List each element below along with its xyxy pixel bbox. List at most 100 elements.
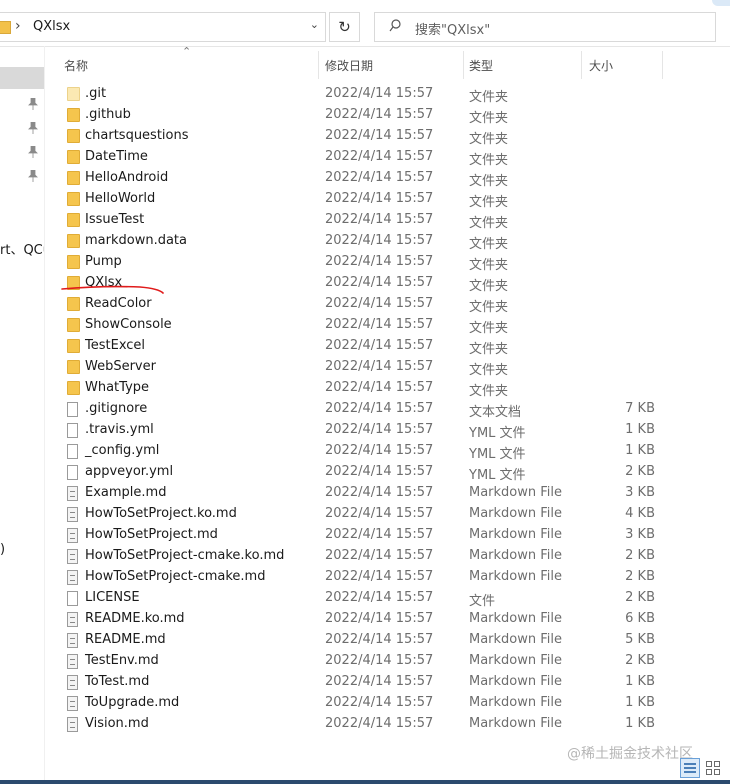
breadcrumb-chevron-icon[interactable]: › xyxy=(15,18,21,34)
file-row[interactable]: IssueTest 2022/4/14 15:57 文件夹 xyxy=(45,210,730,231)
file-row[interactable]: TestEnv.md 2022/4/14 15:57 Markdown File 2 … xyxy=(45,651,730,672)
column-header-date[interactable]: 修改日期 xyxy=(325,57,373,74)
details-view-button[interactable] xyxy=(680,758,700,778)
file-row[interactable]: .travis.yml 2022/4/14 15:57 YML 文件 1 KB xyxy=(45,420,730,441)
file-name: appveyor.yml xyxy=(85,464,174,479)
column-divider[interactable] xyxy=(581,51,582,79)
column-divider[interactable] xyxy=(318,51,319,79)
column-headers: ⌃ 名称 修改日期 类型 大小 xyxy=(45,45,730,81)
pin-icon[interactable] xyxy=(28,98,38,110)
sort-ascending-icon: ⌃ xyxy=(182,45,192,58)
pin-icon[interactable] xyxy=(28,146,38,158)
file-row[interactable]: HelloWorld 2022/4/14 15:57 文件夹 xyxy=(45,189,730,210)
file-name: Pump xyxy=(85,254,122,269)
file-modified-date: 2022/4/14 15:57 xyxy=(325,275,434,290)
file-row[interactable]: WebServer 2022/4/14 15:57 文件夹 xyxy=(45,357,730,378)
folder-icon xyxy=(67,234,80,248)
file-size: 6 KB xyxy=(625,611,655,626)
file-name: markdown.data xyxy=(85,233,187,248)
search-input[interactable]: 搜索"QXlsx" xyxy=(415,19,490,38)
file-row[interactable]: appveyor.yml 2022/4/14 15:57 YML 文件 2 KB xyxy=(45,462,730,483)
large-icons-view-button[interactable] xyxy=(704,759,722,777)
folder-icon xyxy=(67,129,80,143)
breadcrumb-current-folder[interactable]: QXlsx xyxy=(33,19,70,34)
file-row[interactable]: Example.md 2022/4/14 15:57 Markdown File 3 … xyxy=(45,483,730,504)
column-header-type[interactable]: 类型 xyxy=(469,57,493,74)
file-modified-date: 2022/4/14 15:57 xyxy=(325,653,434,668)
nav-selected-item[interactable] xyxy=(0,67,44,89)
file-row[interactable]: ToUpgrade.md 2022/4/14 15:57 Markdown File… xyxy=(45,693,730,714)
chevron-down-icon[interactable]: ⌄ xyxy=(310,18,319,31)
file-name: LICENSE xyxy=(85,590,140,605)
file-row[interactable]: README.md 2022/4/14 15:57 Markdown File 5 K… xyxy=(45,630,730,651)
file-type: YML 文件 xyxy=(469,426,526,441)
file-modified-date: 2022/4/14 15:57 xyxy=(325,674,434,689)
file-name: ReadColor xyxy=(85,296,152,311)
file-name: HelloAndroid xyxy=(85,170,169,185)
file-row[interactable]: TestExcel 2022/4/14 15:57 文件夹 xyxy=(45,336,730,357)
file-name: .travis.yml xyxy=(85,422,154,437)
file-size: 1 KB xyxy=(625,422,655,437)
markdown-file-icon xyxy=(67,717,78,732)
pin-icon[interactable] xyxy=(28,122,38,134)
column-header-size[interactable]: 大小 xyxy=(589,57,613,74)
file-modified-date: 2022/4/14 15:57 xyxy=(325,464,434,479)
file-modified-date: 2022/4/14 15:57 xyxy=(325,422,434,437)
file-row[interactable]: ToTest.md 2022/4/14 15:57 Markdown File 1 K… xyxy=(45,672,730,693)
file-name: HowToSetProject.md xyxy=(85,527,218,542)
file-type: 文件夹 xyxy=(469,195,509,210)
file-type: 文件夹 xyxy=(469,300,509,315)
folder-icon xyxy=(67,297,80,311)
taskbar-edge xyxy=(0,780,730,784)
nav-item-label[interactable]: ) xyxy=(0,542,5,557)
file-row[interactable]: Pump 2022/4/14 15:57 文件夹 xyxy=(45,252,730,273)
file-row[interactable]: markdown.data 2022/4/14 15:57 文件夹 xyxy=(45,231,730,252)
window-control-fragment[interactable] xyxy=(712,0,730,6)
file-row[interactable]: HowToSetProject.ko.md 2022/4/14 15:57 Mark… xyxy=(45,504,730,525)
file-row[interactable]: ShowConsole 2022/4/14 15:57 文件夹 xyxy=(45,315,730,336)
folder-icon xyxy=(67,381,80,395)
refresh-button[interactable]: ↻ xyxy=(329,12,360,42)
file-modified-date: 2022/4/14 15:57 xyxy=(325,443,434,458)
file-row[interactable]: .github 2022/4/14 15:57 文件夹 xyxy=(45,105,730,126)
file-type: 文件夹 xyxy=(469,216,509,231)
file-modified-date: 2022/4/14 15:57 xyxy=(325,527,434,542)
file-row[interactable]: HowToSetProject-cmake.md 2022/4/14 15:57 M… xyxy=(45,567,730,588)
file-row[interactable]: README.ko.md 2022/4/14 15:57 Markdown File… xyxy=(45,609,730,630)
file-name: WebServer xyxy=(85,359,156,374)
column-divider[interactable] xyxy=(463,51,464,79)
file-size: 1 KB xyxy=(625,443,655,458)
file-type: Markdown File xyxy=(469,506,563,521)
file-row[interactable]: chartsquestions 2022/4/14 15:57 文件夹 xyxy=(45,126,730,147)
document-icon xyxy=(67,591,78,606)
file-name: WhatType xyxy=(85,380,150,395)
search-box[interactable]: 搜索"QXlsx" xyxy=(374,12,716,42)
nav-item-label[interactable]: rt、QCu xyxy=(0,239,44,258)
file-type: YML 文件 xyxy=(469,468,526,483)
file-type: Markdown File xyxy=(469,527,563,542)
file-row[interactable]: HelloAndroid 2022/4/14 15:57 文件夹 xyxy=(45,168,730,189)
column-divider[interactable] xyxy=(662,51,663,79)
file-row[interactable]: WhatType 2022/4/14 15:57 文件夹 xyxy=(45,378,730,399)
file-row[interactable]: HowToSetProject-cmake.ko.md 2022/4/14 15:… xyxy=(45,546,730,567)
file-type: 文件夹 xyxy=(469,132,509,147)
file-row[interactable]: HowToSetProject.md 2022/4/14 15:57 Markdow… xyxy=(45,525,730,546)
address-bar[interactable]: › QXlsx ⌄ xyxy=(0,12,326,42)
file-modified-date: 2022/4/14 15:57 xyxy=(325,191,434,206)
file-modified-date: 2022/4/14 15:57 xyxy=(325,380,434,395)
file-row[interactable]: LICENSE 2022/4/14 15:57 文件 2 KB xyxy=(45,588,730,609)
file-size: 1 KB xyxy=(625,674,655,689)
column-header-name[interactable]: 名称 xyxy=(64,57,88,74)
pin-icon[interactable] xyxy=(28,170,38,182)
file-size: 5 KB xyxy=(625,632,655,647)
folder-icon xyxy=(67,171,80,185)
file-row[interactable]: Vision.md 2022/4/14 15:57 Markdown File 1 K… xyxy=(45,714,730,735)
file-row[interactable]: _config.yml 2022/4/14 15:57 YML 文件 1 KB xyxy=(45,441,730,462)
file-type: 文件夹 xyxy=(469,174,509,189)
markdown-file-icon xyxy=(67,675,78,690)
file-row[interactable]: ReadColor 2022/4/14 15:57 文件夹 xyxy=(45,294,730,315)
file-name: Vision.md xyxy=(85,716,149,731)
file-row[interactable]: DateTime 2022/4/14 15:57 文件夹 xyxy=(45,147,730,168)
file-row[interactable]: .git 2022/4/14 15:57 文件夹 xyxy=(45,84,730,105)
file-row[interactable]: .gitignore 2022/4/14 15:57 文本文档 7 KB xyxy=(45,399,730,420)
